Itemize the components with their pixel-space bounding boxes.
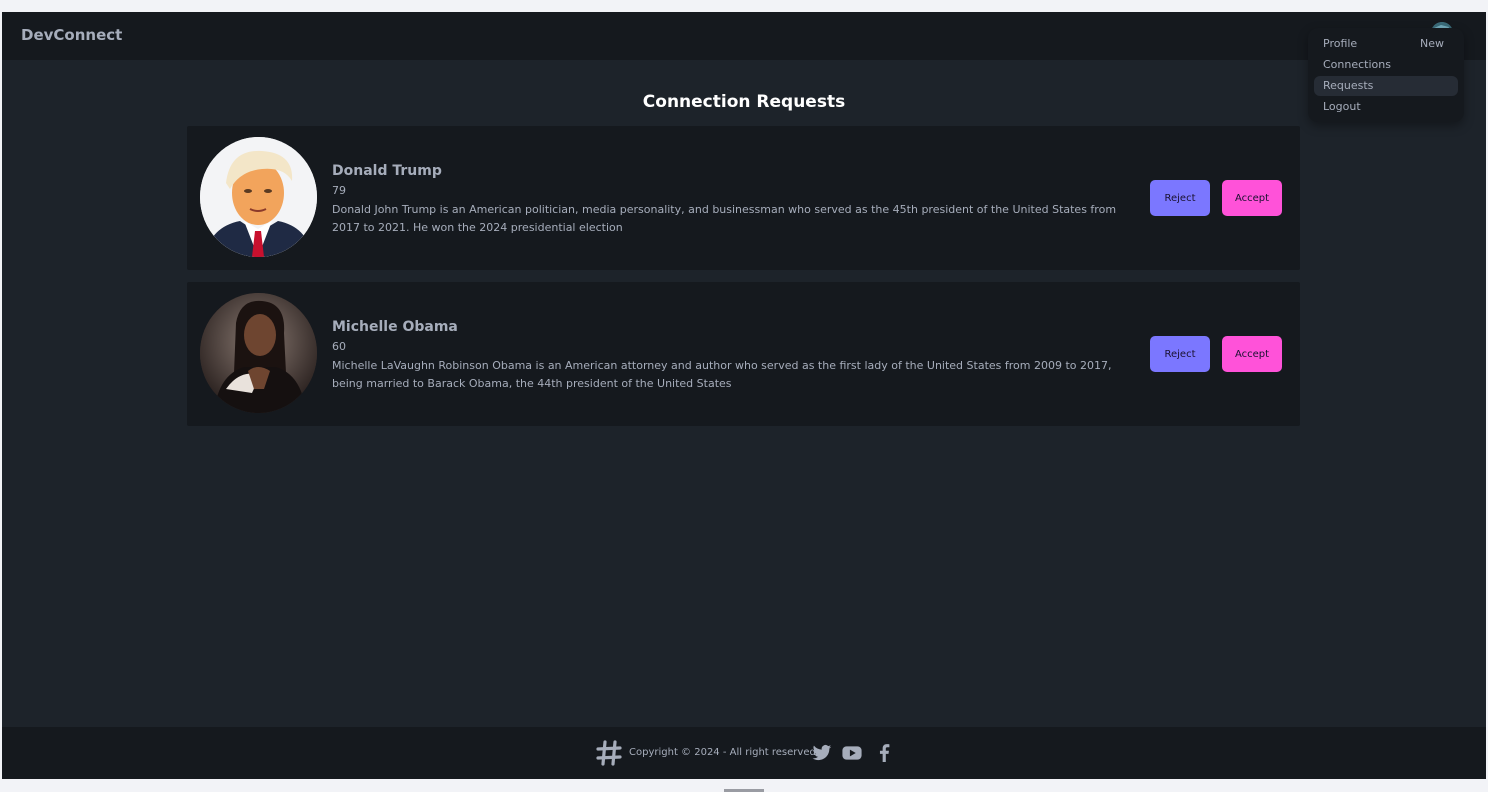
reject-button[interactable]: Reject: [1150, 336, 1210, 372]
twitter-icon[interactable]: [812, 744, 832, 762]
request-age: 79: [332, 184, 346, 197]
avatar: [200, 137, 317, 257]
request-info: Michelle Obama 60 Michelle LaVaughn Robi…: [332, 318, 1132, 393]
menu-item-label: Profile: [1323, 37, 1358, 50]
request-about: Michelle LaVaughn Robinson Obama is an A…: [332, 359, 1112, 390]
copyright-text: Copyright © 2024 - All right reserved: [629, 747, 816, 758]
facebook-icon[interactable]: [874, 744, 894, 762]
page-title: Connection Requests: [642, 92, 846, 112]
request-card: Donald Trump 79 Donald John Trump is an …: [187, 126, 1300, 270]
request-about: Donald John Trump is an American politic…: [332, 203, 1117, 234]
request-name: Donald Trump: [332, 163, 442, 179]
request-age: 60: [332, 340, 346, 353]
menu-item-connections[interactable]: Connections: [1314, 55, 1458, 75]
menu-item-label: Connections: [1323, 58, 1391, 71]
profile-photo: [200, 137, 317, 257]
youtube-icon[interactable]: [842, 744, 862, 762]
navbar: DevConnect: [2, 12, 1486, 60]
footer: Copyright © 2024 - All right reserved: [2, 727, 1486, 779]
accept-button[interactable]: Accept: [1222, 180, 1282, 216]
avatar: [200, 293, 317, 413]
app-window: DevConnect Profile New Connections Reque…: [2, 12, 1486, 779]
menu-item-profile[interactable]: Profile New: [1314, 34, 1458, 54]
brand-logo[interactable]: DevConnect: [21, 26, 122, 44]
profile-photo: [200, 293, 317, 413]
accept-button[interactable]: Accept: [1222, 336, 1282, 372]
request-info: Donald Trump 79 Donald John Trump is an …: [332, 162, 1132, 237]
request-name: Michelle Obama: [332, 319, 458, 335]
new-badge: New: [1420, 37, 1444, 50]
request-card: Michelle Obama 60 Michelle LaVaughn Robi…: [187, 282, 1300, 426]
reject-button[interactable]: Reject: [1150, 180, 1210, 216]
hash-logo-icon: [596, 740, 622, 766]
menu-item-label: Requests: [1323, 79, 1374, 92]
